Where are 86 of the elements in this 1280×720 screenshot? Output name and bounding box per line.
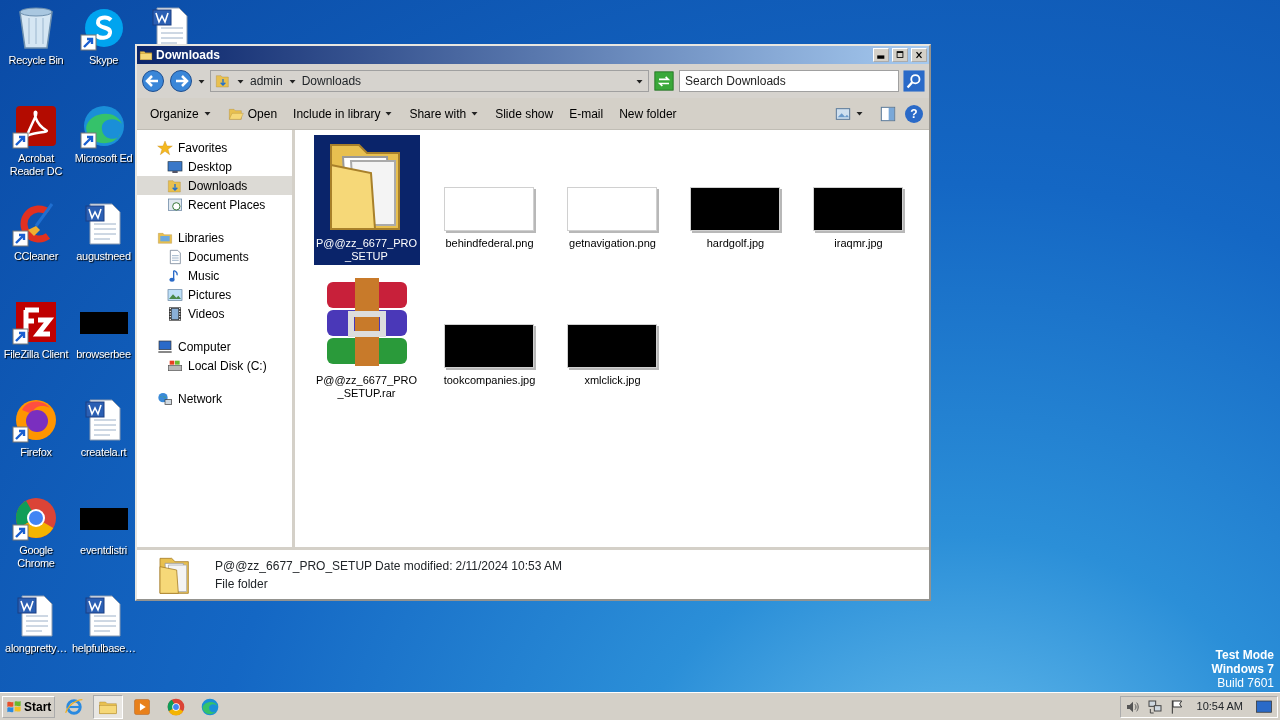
file-item[interactable]: P@@zz_6677_PRO_SETUP (313, 135, 420, 265)
desktop-icon-label[interactable]: browserbee (76, 348, 131, 361)
help-button[interactable]: ? (905, 104, 923, 123)
view-icon (835, 105, 851, 122)
taskbar-app-button[interactable] (93, 694, 124, 719)
address-bar[interactable]: admin Downloads (210, 70, 649, 92)
navigation-item[interactable]: Libraries (137, 228, 292, 247)
file-item[interactable]: tookcompanies.jpg (436, 272, 543, 389)
desktop-icon-label[interactable]: Recycle Bin (8, 54, 64, 67)
navigation-item[interactable]: Computer (137, 337, 292, 356)
toolbar-button[interactable]: Slide show (488, 101, 561, 126)
navigation-item[interactable]: Network (137, 389, 292, 408)
navigation-item[interactable]: Music (137, 266, 292, 285)
navigation-item[interactable]: Recent Places (137, 195, 292, 214)
clock[interactable]: 10:54 AM (1196, 698, 1243, 715)
window-title: Downloads (156, 47, 221, 64)
system-notice-text: Windows 7 (1211, 662, 1274, 676)
toolbar-button[interactable]: Organize (143, 101, 219, 126)
browser-icon (166, 696, 187, 717)
pane-icon (880, 105, 896, 122)
close-icon (914, 50, 924, 60)
breadcrumb-item[interactable]: Downloads (301, 72, 362, 90)
desktop-icon-label[interactable]: createla.rt (80, 446, 127, 459)
caret-icon (202, 109, 212, 118)
breadcrumb-item[interactable]: admin (250, 72, 283, 90)
desktop-icon-label[interactable]: augustneed (76, 250, 131, 263)
recent-places-icon (167, 196, 183, 213)
navigation-item[interactable]: Favorites (137, 138, 292, 157)
computer-icon (157, 338, 173, 355)
file-item[interactable]: xmlclick.jpg (559, 272, 666, 389)
caret-icon (470, 109, 480, 118)
star-icon (157, 139, 173, 156)
toolbar-button[interactable]: Share with (402, 101, 487, 126)
network-icon (157, 390, 173, 407)
file-item[interactable]: hardgolf.jpg (682, 135, 789, 252)
desktop-icon-label[interactable]: Acrobat Reader DC (0, 152, 72, 178)
file-item[interactable]: iraqmr.jpg (805, 135, 912, 252)
film-icon (167, 305, 183, 322)
toolbar-button[interactable]: New folder (612, 101, 684, 126)
windows-logo-icon (6, 698, 22, 715)
navigation-item[interactable]: Downloads (137, 176, 292, 195)
maximize-button[interactable] (892, 48, 908, 62)
desktop-icon-label[interactable]: FileZilla Client (3, 348, 69, 361)
navigation-item[interactable]: Documents (137, 247, 292, 266)
desktop-icon-label[interactable]: Google Chrome (0, 544, 72, 570)
toolbar-button[interactable]: Open (220, 101, 285, 126)
caret-icon (384, 109, 394, 118)
browser-icon (64, 696, 85, 717)
desktop-icon-label[interactable]: eventdistri (80, 544, 127, 557)
maximize-icon (895, 50, 905, 60)
close-button[interactable] (911, 48, 927, 62)
folder-icon (139, 48, 153, 62)
navigation-item[interactable]: Desktop (137, 157, 292, 176)
network-icon (1146, 698, 1163, 715)
document-icon (167, 248, 183, 265)
file-name: P@@zz_6677_PRO_SETUP (215, 557, 373, 575)
downloads-folder-icon (215, 73, 231, 89)
navigation-item[interactable]: Local Disk (C:) (137, 356, 292, 375)
date-modified-value: 2/11/2024 10:53 AM (455, 557, 562, 575)
picture-icon (167, 286, 183, 303)
file-item[interactable]: behindfederal.png (436, 135, 543, 252)
start-button[interactable]: Start (2, 695, 56, 718)
desktop-icon-label[interactable]: alongpretty… (5, 642, 67, 655)
toolbar-button[interactable]: Include in library (286, 101, 401, 126)
caret-icon (855, 109, 864, 118)
search-field[interactable]: Search Downloads (679, 70, 899, 92)
minimize-button[interactable] (873, 48, 889, 62)
date-modified-label: Date modified: (375, 557, 453, 575)
file-item[interactable]: getnavigation.png (559, 135, 666, 252)
system-notice-text: Build 7601 (1216, 676, 1274, 690)
desktop-icon-label[interactable]: Microsoft Ed (74, 152, 133, 165)
show-desktop-icon (1255, 697, 1273, 716)
desktop-icon-label[interactable]: Firefox (20, 446, 52, 459)
downloads-folder-icon (167, 177, 183, 194)
browser-icon (200, 696, 221, 717)
toolbar-button[interactable]: E-mail (562, 101, 611, 126)
desktop-icon-label[interactable]: helpfulbase… (72, 642, 135, 655)
system-notice-text: Test Mode (1214, 648, 1274, 662)
monitor-icon (167, 158, 183, 175)
desktop-icon-label[interactable]: Skype (88, 54, 119, 67)
file-item[interactable]: P@@zz_6677_PRO_SETUP.rar (313, 272, 420, 402)
desktop-icon-label[interactable]: CCleaner (13, 250, 59, 263)
file-type: File folder (215, 575, 269, 593)
navigation-item[interactable]: Pictures (137, 285, 292, 304)
media-player-icon (132, 696, 153, 717)
navigation-item[interactable]: Videos (137, 304, 292, 323)
